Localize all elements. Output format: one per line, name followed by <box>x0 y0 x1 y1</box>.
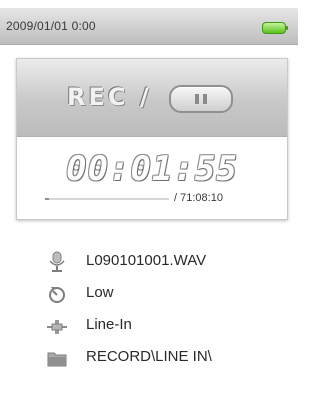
pause-icon <box>195 94 199 104</box>
pause-button[interactable] <box>169 85 233 113</box>
recorder-screen: 2009/01/01 0:00 REC / 00:01:55 / 71:08:1… <box>0 0 298 398</box>
quality-dial-icon <box>46 283 68 305</box>
folder-icon <box>46 347 68 369</box>
recording-panel: REC / 00:01:55 / 71:08:10 <box>16 58 288 220</box>
list-item-folder: RECORD\LINE IN\ <box>46 342 286 374</box>
total-remaining-time: / 71:08:10 <box>174 192 223 204</box>
recording-progress-fill <box>45 198 49 200</box>
recording-header: REC / <box>17 59 287 137</box>
list-item-filename: L090101001.WAV <box>46 246 286 278</box>
recording-quality: Low <box>86 284 114 301</box>
elapsed-time: 00:01:55 <box>66 149 238 189</box>
recording-progress-bar <box>45 198 169 200</box>
microphone-icon <box>46 251 68 273</box>
recording-folder-path: RECORD\LINE IN\ <box>86 348 212 365</box>
battery-full-icon <box>262 22 288 34</box>
pause-icon <box>203 94 207 104</box>
list-item-source: Line-In <box>46 310 286 342</box>
recording-filename: L090101001.WAV <box>86 252 207 269</box>
list-item-quality: Low <box>46 278 286 310</box>
time-display-area: 00:01:55 / 71:08:10 <box>17 137 287 219</box>
line-in-source-icon <box>46 315 68 337</box>
status-bar: 2009/01/01 0:00 <box>0 8 298 45</box>
recording-info-list: L090101001.WAV Low Line-In RECORD\LINE I… <box>46 246 286 374</box>
rec-state-label: REC / <box>67 83 152 111</box>
date-time-display: 2009/01/01 0:00 <box>6 19 96 33</box>
recording-source: Line-In <box>86 316 132 333</box>
